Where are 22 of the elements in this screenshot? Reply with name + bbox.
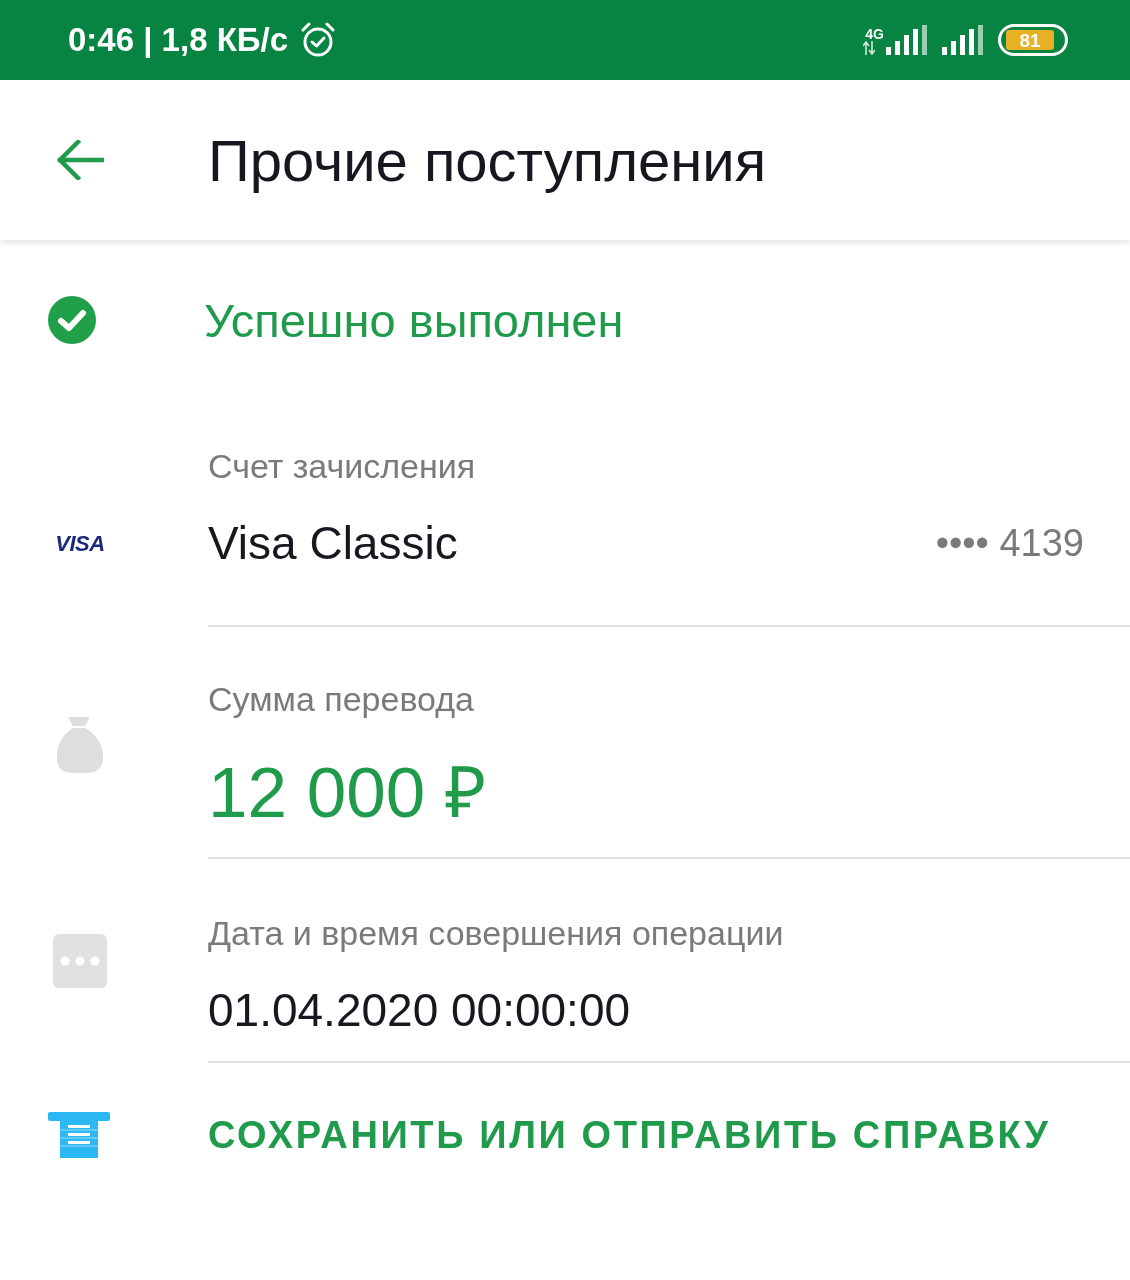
field-label: Дата и время совершения операции [208, 915, 784, 951]
network-type: 4G [865, 27, 884, 41]
save-or-send-button[interactable]: СОХРАНИТЬ ИЛИ ОТПРАВИТЬ СПРАВКУ [48, 1063, 1051, 1207]
visa-logo: VISA [55, 533, 105, 555]
receipt-printer-icon [48, 1112, 110, 1158]
field-label: Счет зачисления [208, 448, 476, 484]
amount-value: 12 000 ₽ [208, 755, 486, 831]
time-and-speed: 0:46 | 1,8 КБ/с [68, 21, 289, 59]
more-dots-icon [53, 934, 107, 988]
signal-icon [886, 25, 928, 55]
status-text: Успешно выполнен [204, 292, 624, 348]
screen-title: Прочие поступления [208, 126, 767, 194]
field-label: Сумма перевода [208, 681, 474, 717]
battery-percent: 81 [1019, 30, 1041, 50]
datetime-value: 01.04.2020 00:00:00 [208, 986, 631, 1034]
back-arrow-icon [56, 140, 104, 180]
signal-icon [942, 25, 984, 55]
money-bag-icon [56, 717, 104, 773]
card-number: •••• 4139 [935, 521, 1084, 566]
account-name: Visa Classic [208, 519, 458, 567]
alarm-clock-icon [300, 22, 337, 58]
data-arrows-icon [863, 41, 876, 55]
